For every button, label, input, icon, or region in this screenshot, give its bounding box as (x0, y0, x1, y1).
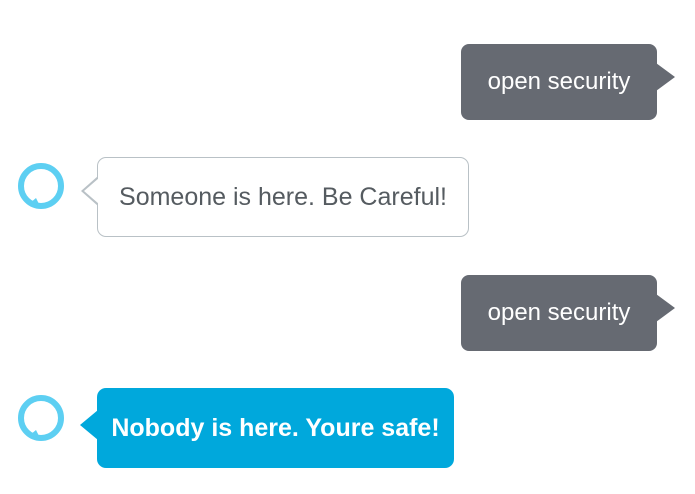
alexa-ring-icon (18, 163, 64, 209)
alexa-message-bubble: Nobody is here. Youre safe! (80, 388, 454, 468)
user-message-bubble: open security (461, 44, 675, 120)
alexa-ring-icon (18, 395, 64, 441)
alexa-message-bubble: Someone is here. Be Careful! (81, 157, 469, 237)
chat-transcript: open security Someone is here. Be Carefu… (0, 0, 695, 494)
user-message-bubble: open security (461, 275, 675, 351)
